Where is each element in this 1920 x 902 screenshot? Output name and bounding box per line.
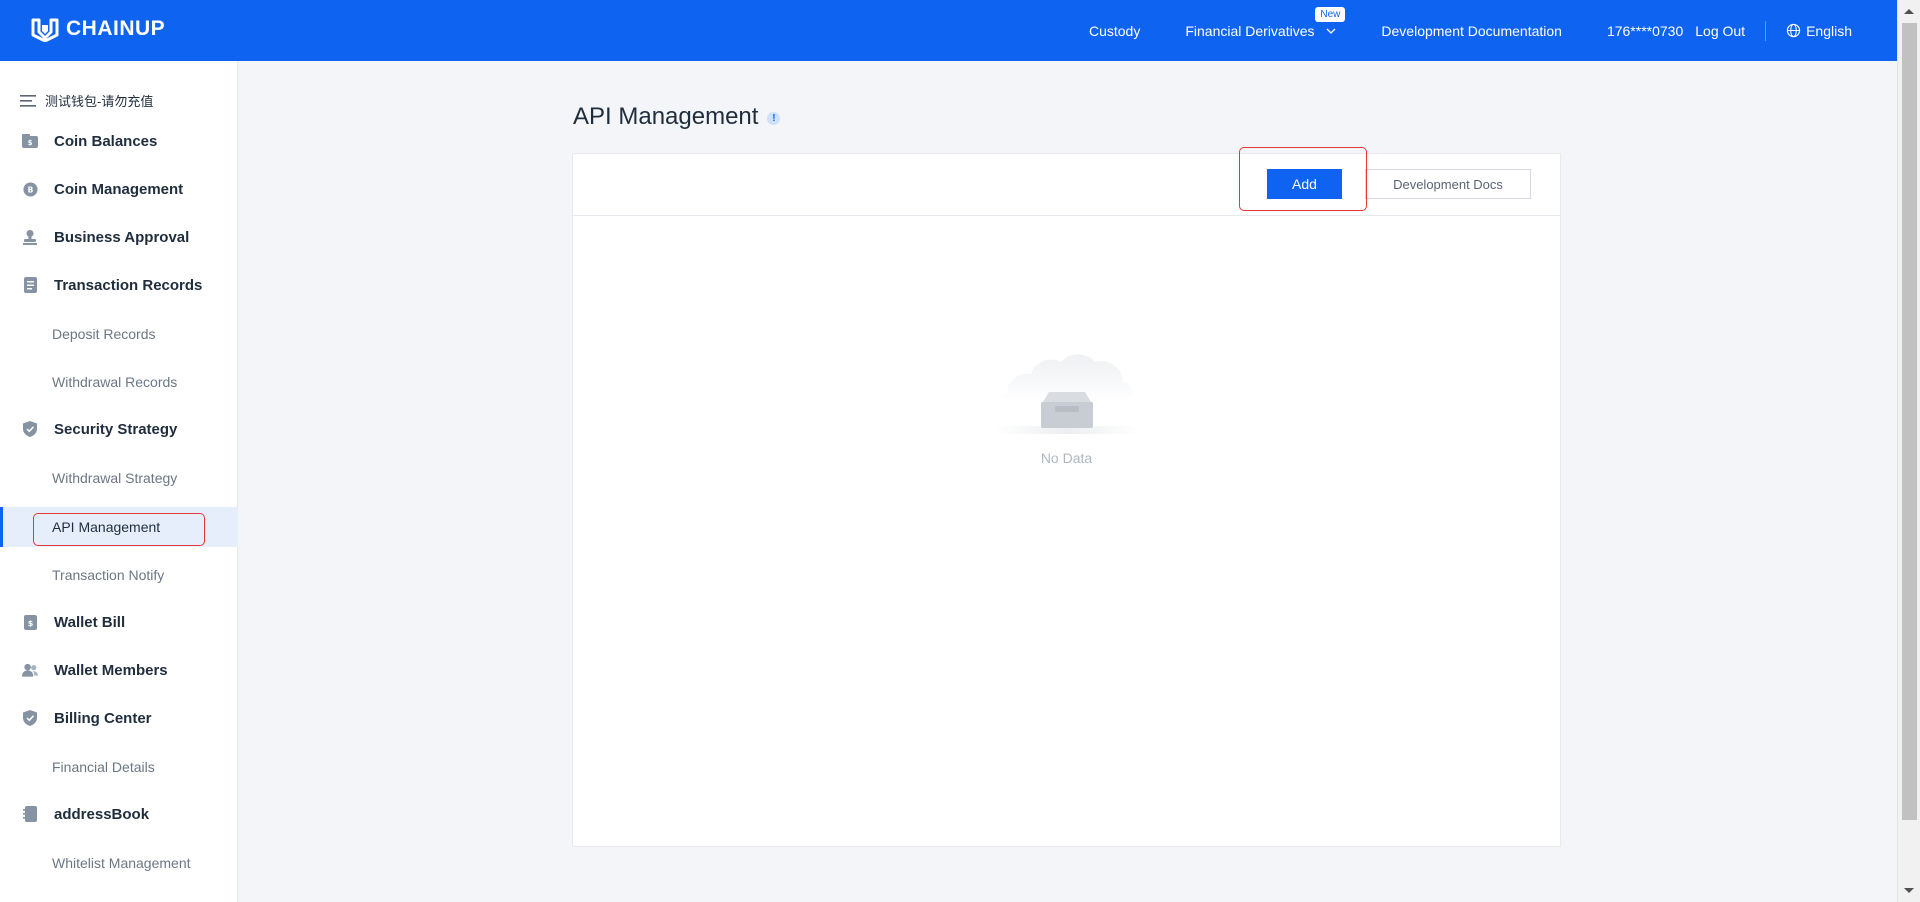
logout-link[interactable]: Log Out — [1695, 23, 1745, 39]
sidebar-item-label: Withdrawal Strategy — [52, 470, 178, 486]
logo-text: CHAINUP — [66, 17, 166, 40]
scroll-down-arrow-icon[interactable] — [1904, 888, 1914, 893]
development-docs-button[interactable]: Development Docs — [1365, 169, 1531, 199]
card-toolbar: Add Development Docs — [573, 154, 1560, 216]
sidebar-item-label: addressBook — [54, 805, 150, 823]
sidebar-item-wallet-members[interactable]: Wallet Members — [0, 646, 238, 694]
sidebar-item-business-approval[interactable]: Business Approval — [0, 213, 238, 261]
nav-development-documentation[interactable]: Development Documentation — [1381, 23, 1562, 39]
sidebar-item-label: Wallet Bill — [54, 613, 126, 631]
chainup-logo-icon — [31, 18, 59, 42]
add-button[interactable]: Add — [1267, 169, 1342, 199]
sidebar-item-withdrawal-records[interactable]: Withdrawal Records — [0, 362, 238, 402]
sidebar-item-label: Business Approval — [54, 228, 190, 246]
sidebar-item-label: Withdrawal Records — [52, 374, 178, 390]
page-title: API Management ! — [573, 103, 781, 131]
sidebar-item-label: Deposit Records — [52, 326, 156, 342]
sidebar-item-label: Financial Details — [52, 759, 155, 775]
sidebar-item-wallet-bill[interactable]: $ Wallet Bill — [0, 598, 238, 646]
sidebar-item-coin-management[interactable]: B Coin Management — [0, 165, 238, 213]
svg-text:$: $ — [27, 619, 33, 628]
coin-icon: B — [22, 181, 38, 197]
empty-state-text: No Data — [1040, 450, 1093, 466]
sidebar-item-label: Billing Center — [54, 709, 152, 727]
sidebar-item-label: API Management — [52, 519, 161, 535]
sidebar-item-label: Coin Balances — [54, 132, 158, 150]
sidebar-item-whitelist-management[interactable]: Whitelist Management — [0, 843, 238, 883]
chainup-logo[interactable]: CHAINUP — [29, 16, 165, 42]
svg-text:B: B — [27, 185, 33, 194]
sidebar-item-security-strategy[interactable]: Security Strategy — [0, 405, 238, 453]
sidebar-item-label: Whitelist Management — [52, 855, 191, 871]
info-icon[interactable]: ! — [767, 112, 781, 125]
wallet-name: 测试钱包-请勿充值 — [45, 94, 154, 109]
sidebar-item-transaction-records[interactable]: Transaction Records — [0, 261, 238, 309]
sidebar-item-financial-details[interactable]: Financial Details — [0, 747, 238, 787]
sidebar-item-transaction-notify[interactable]: Transaction Notify — [0, 555, 238, 595]
sidebar-item-label: Wallet Members — [54, 661, 168, 679]
empty-state: No Data — [573, 344, 1560, 466]
nav-financial-derivatives[interactable]: Financial Derivatives New — [1185, 6, 1346, 39]
document-icon — [22, 277, 38, 293]
menu-icon — [20, 94, 36, 107]
sidebar-item-label: Coin Management — [54, 180, 184, 198]
scrollbar[interactable] — [1897, 0, 1920, 902]
top-navigation-bar: CHAINUP Custody Financial Derivatives Ne… — [0, 0, 1897, 61]
wallet-icon: $ — [22, 133, 38, 149]
shield-icon — [22, 710, 38, 726]
members-icon — [22, 662, 38, 678]
sidebar-item-label: Security Strategy — [54, 420, 178, 438]
sidebar-item-billing-center[interactable]: Billing Center — [0, 694, 238, 742]
stamp-icon — [22, 229, 38, 245]
user-account[interactable]: 176****0730 — [1607, 23, 1683, 39]
shield-icon — [22, 421, 38, 437]
empty-box-icon — [994, 354, 1139, 434]
bill-icon: $ — [22, 614, 38, 630]
api-list-card: Add Development Docs No Data — [572, 153, 1561, 847]
scrollbar-thumb[interactable] — [1902, 23, 1917, 820]
sidebar-item-withdrawal-strategy[interactable]: Withdrawal Strategy — [0, 458, 238, 498]
scroll-up-arrow-icon[interactable] — [1904, 9, 1914, 14]
nav-custody[interactable]: Custody — [1089, 23, 1140, 39]
chevron-down-icon — [1326, 28, 1336, 35]
sidebar-item-label: Transaction Records — [54, 276, 203, 294]
language-selector[interactable]: English — [1786, 23, 1852, 39]
address-book-icon — [22, 806, 38, 822]
svg-text:$: $ — [28, 139, 33, 147]
sidebar: 测试钱包-请勿充值 $ Coin Balances B Coin Managem… — [0, 61, 238, 902]
sidebar-item-deposit-records[interactable]: Deposit Records — [0, 314, 238, 354]
page-title-text: API Management — [573, 103, 759, 130]
language-label: English — [1806, 22, 1852, 39]
sidebar-item-address-book[interactable]: addressBook — [0, 790, 238, 838]
globe-icon — [1786, 23, 1801, 38]
sidebar-item-api-management[interactable]: API Management — [0, 507, 238, 547]
sidebar-item-coin-balances[interactable]: $ Coin Balances — [0, 117, 238, 165]
nav-divider — [1765, 20, 1767, 41]
sidebar-item-label: Transaction Notify — [52, 567, 165, 583]
header-nav: Custody Financial Derivatives New Develo… — [1089, 0, 1852, 61]
new-badge: New — [1315, 6, 1346, 22]
wallet-switcher[interactable]: 测试钱包-请勿充值 — [20, 91, 153, 110]
nav-financial-derivatives-label: Financial Derivatives — [1185, 22, 1315, 39]
